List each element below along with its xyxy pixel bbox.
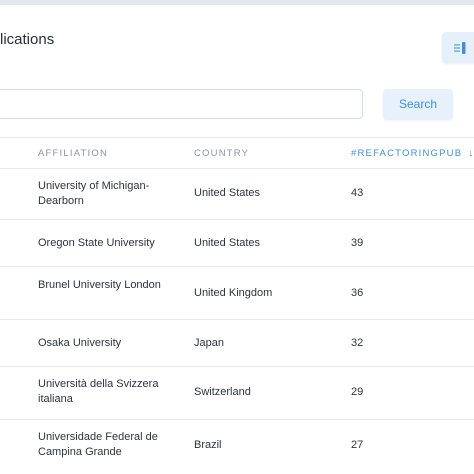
table-row[interactable]: Osaka University Japan 32 — [0, 320, 474, 367]
table-row[interactable]: Oregon State University United States 39 — [0, 220, 474, 267]
column-settings-button[interactable] — [442, 32, 474, 63]
publications-panel: lications Search AFFILIATION COUNTRY #RE… — [0, 5, 474, 474]
cell-country: United States — [194, 187, 261, 199]
cell-affiliation: University of Michigan-Dearborn — [38, 180, 150, 207]
cell-country: Brazil — [194, 439, 222, 451]
cell-affiliation: Osaka University — [38, 337, 122, 349]
cell-country: Switzerland — [194, 386, 251, 398]
cell-refactoringpub-count: 32 — [351, 337, 364, 349]
cell-country: United States — [194, 237, 261, 249]
column-settings-icon — [454, 42, 466, 54]
column-header-refactoringpub-label: #REFACTORINGPUB — [351, 148, 463, 159]
table-row[interactable]: Universidade Federal de Campina Grande B… — [0, 420, 474, 474]
sort-down-arrow-icon: ↓ — [468, 148, 474, 159]
table-row[interactable]: University of Michigan-Dearborn United S… — [0, 168, 474, 220]
search-button[interactable]: Search — [383, 89, 453, 120]
cell-country: Japan — [194, 337, 224, 349]
cell-country: United Kingdom — [194, 287, 273, 299]
table-row[interactable]: Brunel University London United Kingdom … — [0, 267, 474, 320]
cell-refactoringpub-count: 39 — [351, 237, 364, 249]
search-input[interactable] — [0, 89, 363, 119]
table-row[interactable]: Università della Svizzera italiana Switz… — [0, 367, 474, 420]
cell-refactoringpub-count: 43 — [351, 187, 364, 199]
cell-affiliation: Università della Svizzera italiana — [38, 378, 159, 405]
cell-refactoringpub-count: 36 — [351, 287, 364, 299]
cell-affiliation: Universidade Federal de Campina Grande — [38, 431, 158, 458]
cell-affiliation: Brunel University London — [38, 279, 161, 291]
column-header-refactoringpub[interactable]: #REFACTORINGPUB ↓ — [351, 148, 474, 159]
cell-affiliation: Oregon State University — [38, 237, 155, 249]
table-header: AFFILIATION COUNTRY #REFACTORINGPUB ↓ — [0, 137, 474, 169]
cell-refactoringpub-count: 29 — [351, 386, 364, 398]
page-title: lications — [0, 31, 55, 48]
column-header-country[interactable]: COUNTRY — [194, 148, 249, 159]
cell-refactoringpub-count: 27 — [351, 439, 364, 451]
column-header-affiliation[interactable]: AFFILIATION — [38, 148, 108, 159]
